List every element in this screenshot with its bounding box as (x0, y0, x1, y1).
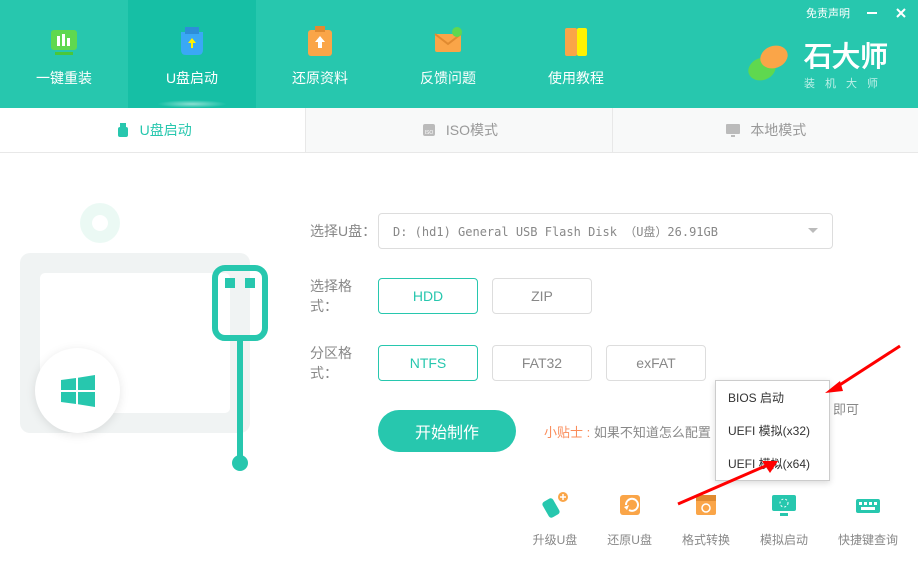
svg-text:ISO: ISO (425, 130, 434, 136)
action-label: 模拟启动 (760, 531, 808, 548)
hint-suffix: 即可 (833, 399, 859, 418)
nav-reinstall[interactable]: 一键重装 (0, 0, 128, 108)
reinstall-icon (43, 20, 85, 62)
context-bios-boot[interactable]: BIOS 启动 (716, 381, 829, 414)
tab-label: U盘启动 (140, 120, 192, 140)
action-simulate-boot[interactable]: 模拟启动 (760, 489, 808, 548)
partition-option-fat32[interactable]: FAT32 (492, 345, 592, 381)
minimize-button[interactable] (865, 6, 879, 20)
tab-iso-mode[interactable]: ISO ISO模式 (306, 108, 612, 152)
action-label: 还原U盘 (607, 531, 652, 548)
hint-prefix: 小贴士 : (544, 425, 594, 440)
content: 选择U盘： D: (hd1) General USB Flash Disk （U… (0, 153, 918, 578)
action-label: 格式转换 (682, 531, 730, 548)
tab-label: ISO模式 (446, 120, 498, 140)
monitor-icon (724, 121, 742, 139)
context-uefi-x32[interactable]: UEFI 模拟(x32) (716, 414, 829, 447)
tab-label: 本地模式 (750, 120, 806, 140)
action-label: 快捷键查询 (838, 531, 898, 548)
usb-large-icon (195, 263, 285, 488)
usb-boot-icon (171, 20, 213, 62)
brand-title: 石大师 (804, 35, 888, 75)
nav-label: 一键重装 (36, 68, 92, 88)
usb-icon (114, 121, 132, 139)
nav-active-glow (157, 100, 227, 108)
nav-label: 使用教程 (548, 68, 604, 88)
nav-restore[interactable]: 还原资料 (256, 0, 384, 108)
upgrade-usb-icon (539, 489, 571, 521)
disk-label: 选择U盘： (310, 221, 378, 241)
hint: 小贴士 : 如果不知道怎么配置 (544, 422, 711, 441)
context-uefi-x64[interactable]: UEFI 模拟(x64) (716, 447, 829, 480)
hotkey-icon (852, 489, 884, 521)
nav-tutorial[interactable]: 使用教程 (512, 0, 640, 108)
disclaimer-link[interactable]: 免责声明 (806, 5, 850, 21)
start-button[interactable]: 开始制作 (378, 410, 516, 452)
action-label: 升级U盘 (533, 531, 578, 548)
format-option-zip[interactable]: ZIP (492, 278, 592, 314)
disk-row: 选择U盘： D: (hd1) General USB Flash Disk （U… (310, 213, 888, 249)
partition-option-exfat[interactable]: exFAT (606, 345, 706, 381)
disk-value: D: (hd1) General USB Flash Disk （U盘）26.9… (393, 223, 718, 240)
disk-dropdown[interactable]: D: (hd1) General USB Flash Disk （U盘）26.9… (378, 213, 833, 249)
nav-usb-boot[interactable]: U盘启动 (128, 0, 256, 108)
bottom-actions: 升级U盘 还原U盘 格式转换 模拟启动 快捷键查询 (533, 489, 898, 548)
gear-icon (70, 193, 130, 253)
nav-feedback[interactable]: 反馈问题 (384, 0, 512, 108)
titlebar-controls: 免责声明 (806, 5, 908, 21)
format-row: 选择格式： HDD ZIP (310, 276, 888, 316)
feedback-icon (427, 20, 469, 62)
action-upgrade-usb[interactable]: 升级U盘 (533, 489, 578, 548)
simulate-context-menu: BIOS 启动 UEFI 模拟(x32) UEFI 模拟(x64) (715, 380, 830, 481)
partition-option-ntfs[interactable]: NTFS (378, 345, 478, 381)
brand-logo-icon (744, 39, 792, 87)
nav-label: 还原资料 (292, 68, 348, 88)
partition-row: 分区格式： NTFS FAT32 exFAT (310, 343, 888, 383)
tutorial-icon (555, 20, 597, 62)
action-format-convert[interactable]: 格式转换 (682, 489, 730, 548)
tab-usb-boot[interactable]: U盘启动 (0, 108, 306, 152)
nav-label: U盘启动 (166, 68, 218, 88)
brand-subtitle: 装机大师 (804, 75, 888, 91)
illustration (0, 153, 290, 578)
format-convert-icon (690, 489, 722, 521)
format-label: 选择格式： (310, 276, 378, 316)
nav-label: 反馈问题 (420, 68, 476, 88)
partition-label: 分区格式： (310, 343, 378, 383)
close-button[interactable] (894, 6, 908, 20)
hint-text: 如果不知道怎么配置 (594, 425, 711, 440)
simulate-boot-icon (768, 489, 800, 521)
action-restore-usb[interactable]: 还原U盘 (607, 489, 652, 548)
mode-tabs: U盘启动 ISO ISO模式 本地模式 (0, 108, 918, 153)
restore-icon (299, 20, 341, 62)
iso-icon: ISO (420, 121, 438, 139)
windows-circle-icon (35, 348, 120, 433)
format-option-hdd[interactable]: HDD (378, 278, 478, 314)
restore-usb-icon (614, 489, 646, 521)
header: 免责声明 一键重装 U盘启动 还原资料 反馈问题 (0, 0, 918, 108)
action-hotkey-query[interactable]: 快捷键查询 (838, 489, 898, 548)
tab-local-mode[interactable]: 本地模式 (613, 108, 918, 152)
